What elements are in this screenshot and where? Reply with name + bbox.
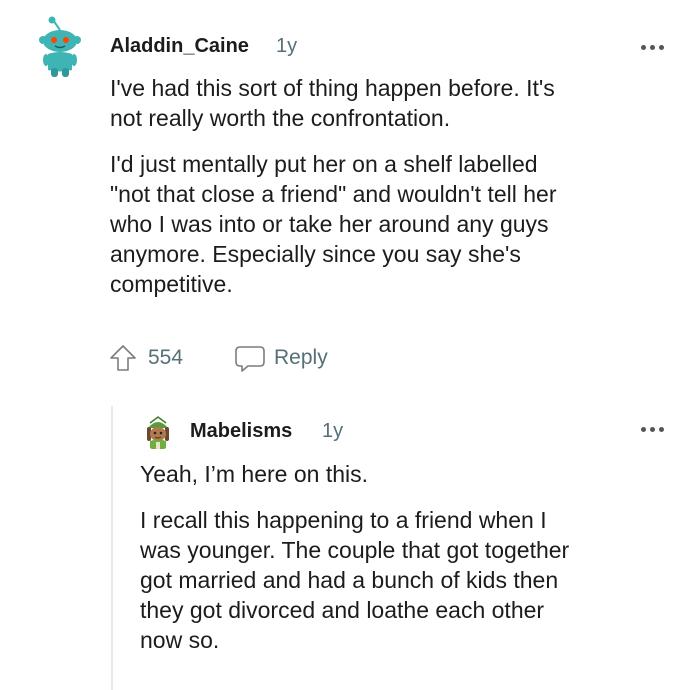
comment-body: Yeah, I’m here on this. I recall this ha… bbox=[140, 459, 680, 655]
comment: Aladdin_Caine 1y I've had this sort of t… bbox=[0, 0, 700, 400]
ellipsis-icon[interactable] bbox=[641, 42, 665, 52]
upvote-button[interactable]: 554 bbox=[108, 343, 183, 373]
upvote-arrow-icon bbox=[110, 345, 136, 371]
comment-paragraph: I've had this sort of thing happen befor… bbox=[110, 75, 555, 131]
comment-age: 1y bbox=[276, 35, 298, 57]
comment-body: I've had this sort of thing happen befor… bbox=[110, 73, 670, 299]
ellipsis-icon[interactable] bbox=[641, 424, 665, 434]
comment-author[interactable]: Aladdin_Caine bbox=[110, 35, 249, 58]
snoo-avatar-icon bbox=[147, 416, 169, 449]
user-avatar[interactable] bbox=[140, 414, 176, 450]
reply-button[interactable]: Reply bbox=[234, 343, 328, 373]
user-avatar[interactable] bbox=[36, 16, 84, 78]
comment-paragraph: I recall this happening to a friend when… bbox=[140, 507, 570, 653]
snoo-avatar-icon bbox=[39, 16, 81, 77]
comment-author[interactable]: Mabelisms bbox=[190, 420, 292, 443]
comment-age: 1y bbox=[322, 420, 344, 442]
comment-paragraph: Yeah, I’m here on this. bbox=[140, 461, 369, 487]
comment-paragraph: I'd just mentally put her on a shelf lab… bbox=[110, 151, 557, 297]
vote-count: 554 bbox=[148, 346, 184, 369]
reply-label: Reply bbox=[274, 346, 328, 369]
reply-comment: Mabelisms 1y Yeah, I’m here on this. I r… bbox=[0, 400, 700, 690]
reply-bubble-icon bbox=[235, 346, 265, 372]
